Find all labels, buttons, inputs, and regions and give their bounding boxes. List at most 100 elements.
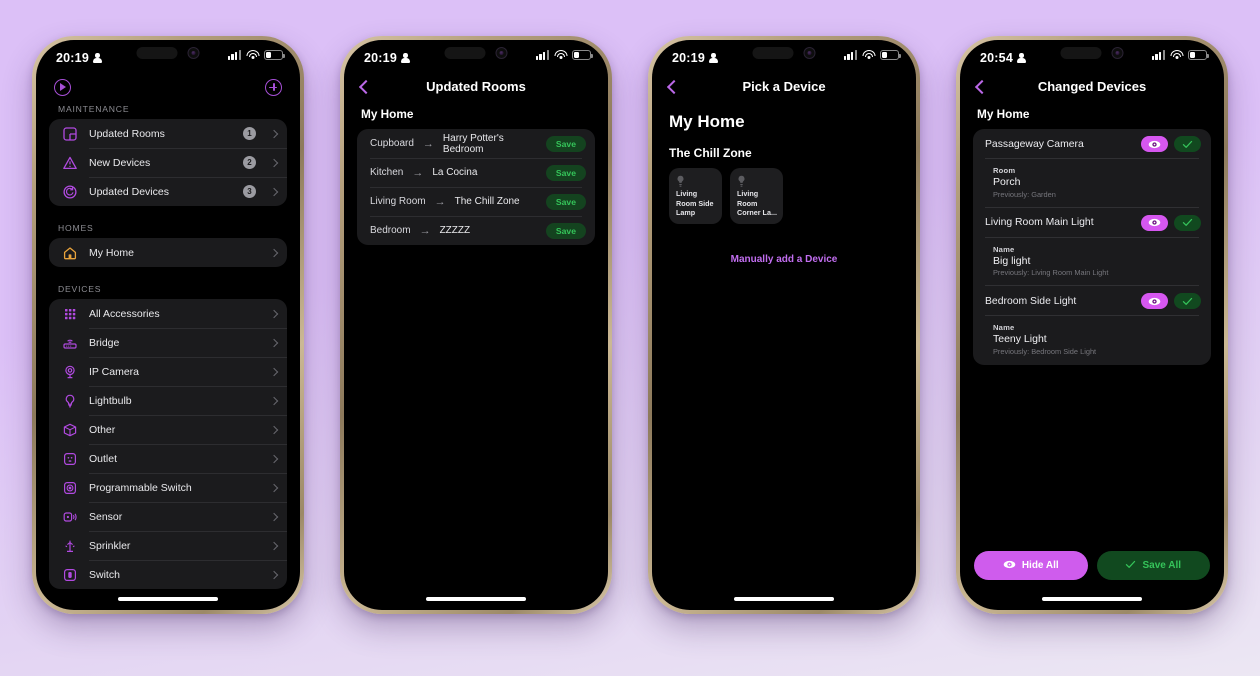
section-label-homes: HOMES xyxy=(58,223,94,233)
back-chevron-icon[interactable] xyxy=(666,81,677,92)
device-tile[interactable]: Living Room Side Lamp xyxy=(669,168,722,224)
badge-count: 3 xyxy=(243,185,256,198)
section-label-devices: DEVICES xyxy=(58,284,102,294)
sidebar-item-outlet[interactable]: Outlet xyxy=(49,444,287,473)
device-row: Passageway Camera xyxy=(973,129,1211,159)
chevron-right-icon xyxy=(269,483,279,492)
page-title: Updated Rooms xyxy=(426,78,526,94)
sidebar-item-my-home[interactable]: My Home xyxy=(49,238,287,267)
dynamic-island xyxy=(444,47,508,59)
sidebar-item-programmable-switch[interactable]: Programmable Switch xyxy=(49,473,287,502)
chevron-right-icon xyxy=(269,158,279,167)
device-row: Bedroom Side Light xyxy=(973,286,1211,316)
sidebar-item-label: Sprinkler xyxy=(89,539,131,552)
save-device-button[interactable] xyxy=(1174,214,1201,231)
save-device-button[interactable] xyxy=(1174,293,1201,309)
detail-previous: Previously: Bedroom Side Light xyxy=(993,346,1097,356)
hide-all-button[interactable]: Hide All xyxy=(974,551,1088,580)
plus-circle-icon[interactable] xyxy=(265,78,282,96)
chevron-right-icon xyxy=(269,425,279,434)
battery-icon xyxy=(880,50,901,60)
status-indicators xyxy=(843,50,901,60)
status-time: 20:19 xyxy=(672,51,705,65)
list-item[interactable]: Bedroom → ZZZZZ Save xyxy=(357,216,595,245)
ip-camera-icon xyxy=(62,364,78,380)
save-all-button[interactable]: Save All xyxy=(1096,551,1210,580)
room-new-name: The Chill Zone xyxy=(454,196,520,207)
detail-value: Porch xyxy=(993,176,1021,188)
sidebar-item-lightbulb[interactable]: Lightbulb xyxy=(49,386,287,415)
sidebar-item-sprinkler[interactable]: Sprinkler xyxy=(49,531,287,560)
sidebar-item-switch[interactable]: Switch xyxy=(49,560,287,589)
chevron-right-icon xyxy=(269,129,279,138)
phone-4-changed-devices: 20:54 Changed Devices My Home Passageway… xyxy=(956,36,1228,614)
sidebar-item-label: All Accessories xyxy=(89,307,160,320)
save-button[interactable]: Save xyxy=(545,164,586,181)
room-new-name: ZZZZZ xyxy=(439,225,471,236)
device-row: Living Room Main Light xyxy=(973,208,1211,238)
front-camera-icon xyxy=(1111,47,1124,59)
lightbulb-icon xyxy=(737,175,746,188)
sidebar-item-sensor[interactable]: Sensor xyxy=(49,502,287,531)
sidebar-item-ip-camera[interactable]: IP Camera xyxy=(49,357,287,386)
person-icon xyxy=(708,53,718,63)
front-camera-icon xyxy=(495,47,508,59)
detail-previous: Previously: Living Room Main Light xyxy=(993,268,1109,277)
room-old-name: Living Room xyxy=(370,196,426,207)
home-indicator xyxy=(118,597,218,601)
save-all-label: Save All xyxy=(1142,560,1182,571)
list-item[interactable]: Living Room → The Chill Zone Save xyxy=(357,187,595,216)
status-bar: 20:19 xyxy=(344,40,608,70)
hide-device-button[interactable] xyxy=(1141,214,1168,231)
play-circle-icon[interactable] xyxy=(54,78,71,96)
device-name: Passageway Camera xyxy=(985,138,1084,150)
back-chevron-icon[interactable] xyxy=(358,81,369,92)
home-title: My Home xyxy=(361,107,414,121)
chevron-right-icon xyxy=(269,512,279,521)
sidebar-item-new-devices[interactable]: New Devices 2 xyxy=(49,148,287,177)
sprinkler-icon xyxy=(62,538,78,554)
page-title: Changed Devices xyxy=(1037,78,1147,94)
home-title: My Home xyxy=(669,112,745,131)
home-title: My Home xyxy=(977,107,1030,121)
device-tile[interactable]: Living Room Corner La... xyxy=(730,168,783,224)
cellular-signal-icon xyxy=(1151,50,1165,60)
room-new-name: Harry Potter's Bedroom xyxy=(442,132,504,155)
save-device-button[interactable] xyxy=(1174,136,1201,152)
switch-icon xyxy=(62,567,78,583)
hide-device-button[interactable] xyxy=(1141,136,1168,152)
sidebar-item-label: Sensor xyxy=(89,510,123,523)
status-indicators xyxy=(227,50,285,60)
devices-card: All Accessories Bridge IP Camera Lightbu… xyxy=(49,299,287,589)
back-chevron-icon[interactable] xyxy=(974,81,985,92)
device-detail: Name Big light Previously: Living Room M… xyxy=(973,238,1211,287)
bridge-icon xyxy=(62,335,78,351)
list-item[interactable]: Cupboard → Harry Potter's Bedroom Save xyxy=(357,129,595,158)
device-tile-label: Living Room Side Lamp xyxy=(676,188,714,218)
status-indicators xyxy=(1151,50,1209,60)
nav-header: Updated Rooms xyxy=(344,70,608,102)
room-old-name: Kitchen xyxy=(370,167,404,178)
save-button[interactable]: Save xyxy=(545,135,586,152)
badge-count: 1 xyxy=(243,127,256,140)
manually-add-device-link[interactable]: Manually add a Device xyxy=(652,224,916,265)
chevron-right-icon xyxy=(269,396,279,405)
sidebar-item-all-accessories[interactable]: All Accessories xyxy=(49,299,287,328)
sidebar-item-bridge[interactable]: Bridge xyxy=(49,328,287,357)
sidebar-item-other[interactable]: Other xyxy=(49,415,287,444)
sidebar-item-updated-devices[interactable]: Updated Devices 3 xyxy=(49,177,287,206)
save-button[interactable]: Save xyxy=(545,222,586,239)
detail-previous: Previously: Garden xyxy=(993,189,1056,199)
hide-device-button[interactable] xyxy=(1141,293,1168,309)
sidebar-item-label: IP Camera xyxy=(89,365,139,378)
list-item[interactable]: Kitchen → La Cocina Save xyxy=(357,158,595,187)
home-indicator xyxy=(734,597,834,601)
changed-devices-card: Passageway Camera Room Porch Previously:… xyxy=(973,129,1211,365)
eye-icon xyxy=(1003,560,1016,572)
save-button[interactable]: Save xyxy=(545,193,586,210)
sidebar-item-label: Bridge xyxy=(89,336,120,349)
detail-key: Name xyxy=(993,323,1015,332)
sidebar-item-updated-rooms[interactable]: Updated Rooms 1 xyxy=(49,119,287,148)
status-bar: 20:54 xyxy=(960,40,1224,70)
toolbar xyxy=(36,70,300,104)
